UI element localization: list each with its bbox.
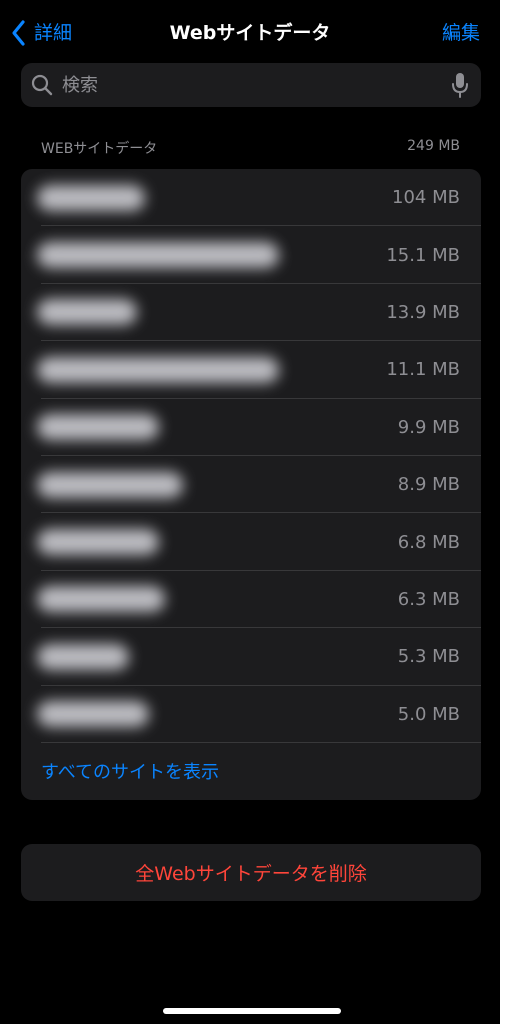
blurred-domain — [37, 184, 145, 211]
screen-edge — [500, 0, 505, 1024]
website-data-list: 104 MB 15.1 MB 13.9 MB 11.1 MB 9.9 MB 8.… — [21, 169, 481, 800]
blurred-domain — [37, 586, 165, 613]
website-row[interactable]: 9.9 MB — [21, 399, 481, 457]
site-data-size: 6.8 MB — [397, 531, 460, 553]
website-row[interactable]: 13.9 MB — [21, 284, 481, 342]
blurred-domain — [37, 529, 159, 556]
search-input[interactable] — [60, 73, 451, 97]
website-row[interactable]: 6.3 MB — [21, 571, 481, 629]
site-data-size: 5.0 MB — [397, 703, 460, 725]
website-row[interactable]: 5.3 MB — [21, 628, 481, 686]
edit-button[interactable]: 編集 — [442, 18, 480, 48]
magnifier-icon — [31, 74, 53, 96]
home-indicator[interactable] — [163, 1008, 341, 1014]
website-row[interactable]: 104 MB — [21, 169, 481, 227]
site-data-size: 9.9 MB — [397, 416, 460, 438]
site-data-size: 15.1 MB — [386, 244, 460, 266]
site-data-size: 11.1 MB — [386, 359, 460, 381]
site-data-size: 13.9 MB — [386, 301, 460, 323]
show-all-sites-button[interactable]: すべてのサイトを表示 — [21, 743, 481, 800]
blurred-domain — [37, 414, 159, 441]
section-title: WEBサイトデータ — [41, 141, 158, 157]
total-size: 249 MB — [407, 138, 460, 154]
website-row[interactable]: 15.1 MB — [21, 226, 481, 285]
navigation-bar: 詳細 Webサイトデータ 編集 — [0, 14, 500, 54]
microphone-icon[interactable] — [451, 72, 469, 98]
website-row[interactable]: 11.1 MB — [21, 341, 481, 399]
website-row[interactable]: 5.0 MB — [21, 686, 481, 744]
blurred-domain — [37, 471, 183, 498]
blurred-domain — [37, 701, 149, 728]
page-title: Webサイトデータ — [169, 22, 331, 44]
site-data-size: 6.3 MB — [397, 588, 460, 610]
site-data-size: 5.3 MB — [397, 646, 460, 668]
blurred-domain — [37, 242, 279, 269]
screen: 詳細 Webサイトデータ 編集 WEBサイトデータ 249 MB 104 MB … — [0, 0, 500, 1024]
site-data-size: 8.9 MB — [397, 474, 460, 496]
blurred-domain — [37, 643, 129, 670]
delete-all-website-data-button[interactable]: 全Webサイトデータを削除 — [21, 844, 481, 901]
website-row[interactable]: 8.9 MB — [21, 456, 481, 514]
search-bar[interactable] — [21, 63, 481, 107]
blurred-domain — [37, 356, 279, 383]
site-data-size: 104 MB — [392, 187, 460, 209]
website-row[interactable]: 6.8 MB — [21, 513, 481, 572]
blurred-domain — [37, 299, 137, 326]
section-header: WEBサイトデータ 249 MB — [41, 138, 460, 158]
